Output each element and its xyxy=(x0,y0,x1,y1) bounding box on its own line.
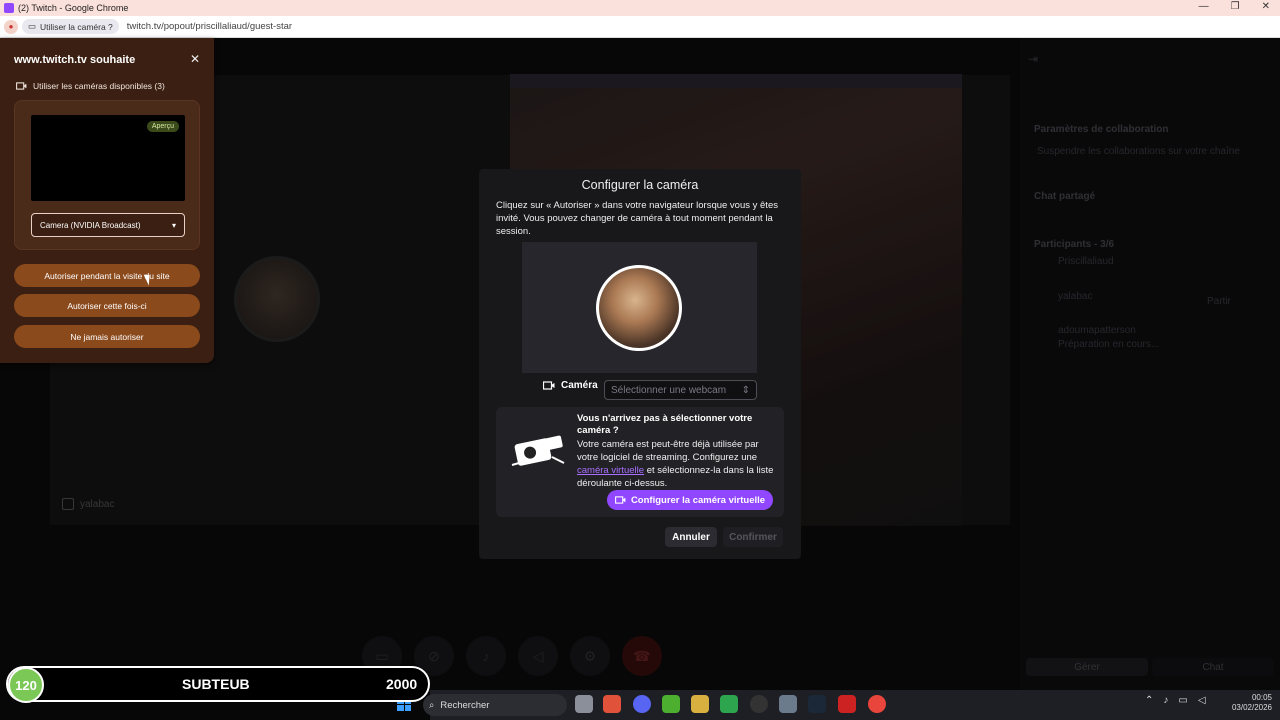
url-text[interactable]: twitch.tv/popout/priscillaliaud/guest-st… xyxy=(127,21,292,32)
selected-camera: Camera (NVIDIA Broadcast) xyxy=(40,220,141,230)
steam-icon[interactable] xyxy=(808,695,826,713)
modal-description: Cliquez sur « Autoriser » dans votre nav… xyxy=(496,200,778,237)
sub-goal-bar: 120 SUBTEUB 2000 xyxy=(6,666,430,703)
app-yellow-icon[interactable] xyxy=(691,695,709,713)
taskbar-clock[interactable]: 00:05 03/02/2026 xyxy=(1222,693,1272,713)
camera-permission-popup: www.twitch.tv souhaite ✕ Utiliser les ca… xyxy=(0,38,214,363)
webcam-select[interactable]: Sélectionner une webcam ⇕ xyxy=(604,380,757,400)
address-bar: ● ▭ Utiliser la caméra ? twitch.tv/popou… xyxy=(0,16,1280,38)
taskbar-search-placeholder: Rechercher xyxy=(440,699,490,711)
permission-title: www.twitch.tv souhaite xyxy=(14,54,136,66)
app-play-icon[interactable] xyxy=(720,695,738,713)
camera-permission-chip[interactable]: ▭ Utiliser la caméra ? xyxy=(22,19,119,34)
sub-goal-target: 2000 xyxy=(386,676,418,692)
help-title: Vous n'arrivez pas à sélectionner votre … xyxy=(577,413,753,436)
modal-title: Configurer la caméra xyxy=(581,178,699,192)
never-allow-button[interactable]: Ne jamais autoriser xyxy=(14,325,200,348)
taskbar-search[interactable]: ⌕ Rechercher xyxy=(423,694,567,716)
close-icon[interactable]: ✕ xyxy=(190,52,200,66)
camera-illustration-icon xyxy=(511,435,565,466)
system-tray: ⌃ ♪ ▭ ◁ xyxy=(1145,695,1206,706)
window-titlebar: (2) Twitch - Google Chrome — ❐ ✕ xyxy=(0,0,1280,16)
sub-goal-current: 120 xyxy=(8,667,44,703)
mic-icon[interactable]: ● xyxy=(4,19,18,34)
camera-preview-avatar xyxy=(596,265,682,351)
virtual-camera-button-label: Configurer la caméra virtuelle xyxy=(630,494,766,506)
video-camera-icon xyxy=(16,82,27,90)
permission-video-preview: Aperçu xyxy=(31,115,185,201)
virtual-camera-link[interactable]: caméra virtuelle xyxy=(577,465,644,476)
video-camera-icon xyxy=(615,496,626,504)
brave-icon[interactable] xyxy=(603,695,621,713)
allow-during-visit-button[interactable]: Autoriser pendant la visite du site xyxy=(14,264,200,287)
camera-device-select[interactable]: Camera (NVIDIA Broadcast) ▾ xyxy=(31,213,185,237)
camera-label-row: Caméra xyxy=(543,380,598,391)
app-green-icon[interactable] xyxy=(662,695,680,713)
permission-chip-label: Utiliser la caméra ? xyxy=(40,21,113,32)
dropdown-arrow-icon: ▾ xyxy=(171,220,176,230)
settings-app-icon[interactable] xyxy=(779,695,797,713)
video-camera-icon xyxy=(543,381,555,390)
maximize-button[interactable]: ❐ xyxy=(1231,1,1240,12)
window-controls: — ❐ ✕ xyxy=(1199,1,1270,12)
speaker-icon[interactable]: ◁ xyxy=(1198,695,1206,706)
chrome-icon[interactable] xyxy=(868,695,886,713)
confirm-button[interactable]: Confirmer xyxy=(723,527,783,547)
microphone-icon[interactable]: ♪ xyxy=(1163,695,1168,706)
preview-badge: Aperçu xyxy=(146,121,179,132)
chevron-up-icon[interactable]: ⌃ xyxy=(1145,695,1153,706)
discord-icon[interactable] xyxy=(633,695,651,713)
network-icon[interactable]: ▭ xyxy=(1178,695,1187,706)
webcam-select-placeholder: Sélectionner une webcam xyxy=(611,384,727,396)
media-player-icon[interactable] xyxy=(838,695,856,713)
search-icon: ⌕ xyxy=(429,699,435,711)
help-text: Votre caméra est peut-être déjà utilisée… xyxy=(577,438,777,490)
window-title: (2) Twitch - Google Chrome xyxy=(18,3,129,13)
app-circle-icon[interactable] xyxy=(750,695,768,713)
camera-label: Caméra xyxy=(561,380,598,391)
clock-date: 03/02/2026 xyxy=(1231,703,1272,712)
configure-virtual-camera-button[interactable]: Configurer la caméra virtuelle xyxy=(607,490,773,510)
file-explorer-icon[interactable] xyxy=(575,695,593,713)
camera-permission-text: Utiliser les caméras disponibles (3) xyxy=(33,81,165,91)
camera-icon: ▭ xyxy=(28,21,37,31)
clock-time: 00:05 xyxy=(1251,693,1272,702)
allow-once-button[interactable]: Autoriser cette fois-ci xyxy=(14,294,200,317)
twitch-logo-icon xyxy=(4,3,14,13)
cancel-button[interactable]: Annuler xyxy=(665,527,717,547)
help-text-start: Votre caméra est peut-être déjà utilisée… xyxy=(577,439,759,463)
permission-preview-frame: Aperçu Camera (NVIDIA Broadcast) ▾ xyxy=(14,100,200,250)
sub-goal-label: SUBTEUB xyxy=(182,676,250,692)
configure-camera-modal: Configurer la caméra Cliquez sur « Autor… xyxy=(479,169,801,559)
camera-permission-line: Utiliser les caméras disponibles (3) xyxy=(16,81,165,91)
minimize-button[interactable]: — xyxy=(1199,1,1209,12)
close-window-button[interactable]: ✕ xyxy=(1262,1,1270,12)
camera-preview xyxy=(522,242,757,373)
updown-chevron-icon: ⇕ xyxy=(741,384,750,396)
